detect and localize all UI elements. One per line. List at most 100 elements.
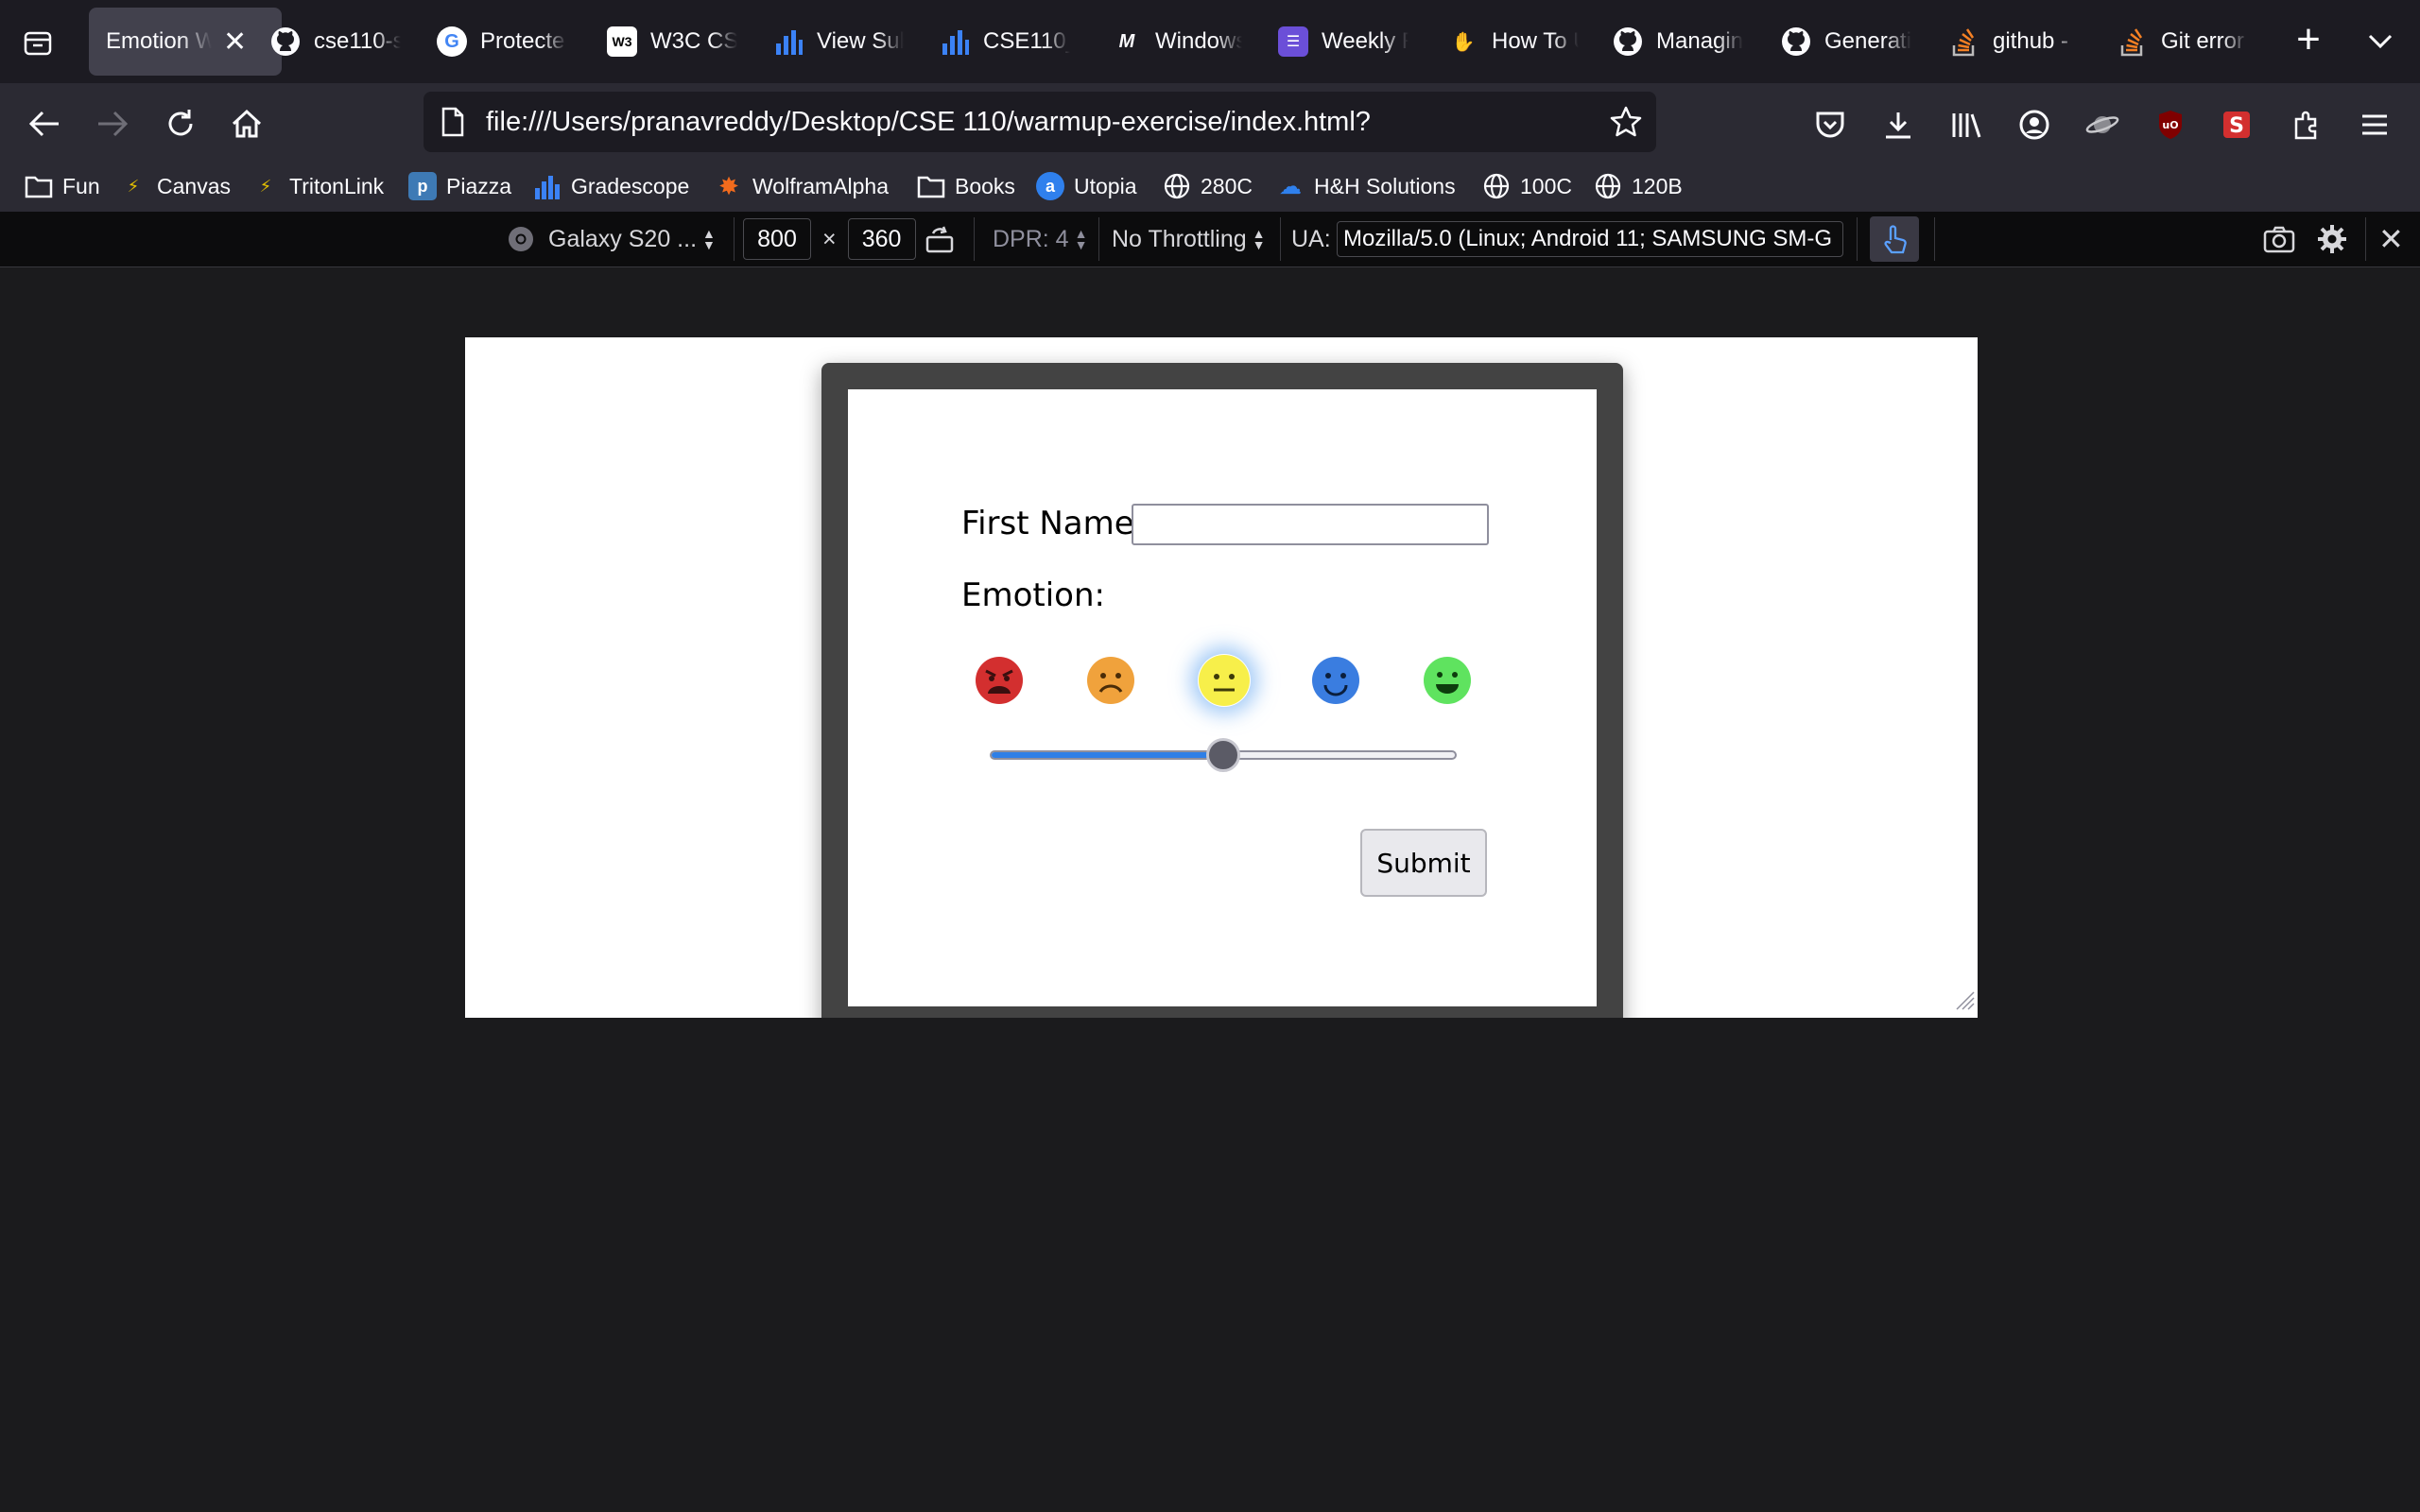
ublock-icon[interactable]: uO [2152, 106, 2189, 144]
angry-face-icon[interactable] [975, 656, 1024, 705]
bar-chart-icon [940, 26, 970, 57]
onedrive-cloud-icon: ☁ [1279, 173, 1302, 199]
angry-face-svg [976, 657, 1023, 704]
account-icon[interactable] [2015, 106, 2053, 144]
responsive-design-toolbar: Galaxy S20 ... ▲ ▼ 800 × 360 DPR: 4 ▲ ▼ No… [0, 212, 2420, 267]
firefox-view-icon[interactable] [17, 23, 59, 64]
sad-face-icon[interactable] [1086, 656, 1135, 705]
globe-icon [1163, 172, 1191, 200]
chrome-icon [507, 225, 535, 253]
canvas-icon: ⚡ [127, 176, 140, 196]
first-name-input[interactable] [1132, 504, 1489, 545]
extension-planet-icon[interactable] [2083, 106, 2121, 144]
neutral-face-icon[interactable] [1198, 654, 1251, 707]
page-icon [441, 107, 465, 142]
tab-how-to[interactable]: ✋ How To U [1448, 8, 1590, 76]
settings-gear-icon[interactable] [2316, 212, 2348, 266]
home-icon[interactable] [223, 100, 270, 147]
bookmarks-toolbar: Fun ⚡ Canvas ⚡ TritonLink p Piazza Grade… [0, 161, 2420, 212]
device-name: Galaxy S20 ... [548, 225, 698, 252]
first-name-label: First Name: [961, 505, 1146, 542]
hand-icon: ✋ [1451, 31, 1476, 53]
rotate-viewport-icon[interactable] [925, 212, 955, 266]
bookmark-tritonlink[interactable]: ⚡ TritonLink [251, 168, 384, 204]
tab-cse110[interactable]: cse110-s [270, 8, 412, 76]
bookmark-books[interactable]: Books [917, 168, 1015, 204]
viewport-width-input[interactable]: 800 [743, 218, 811, 260]
svg-text:uO: uO [2162, 119, 2178, 131]
chevron-down-icon[interactable] [2360, 21, 2401, 62]
slider-thumb[interactable] [1206, 738, 1240, 772]
tab-managing[interactable]: Managin [1613, 8, 1754, 76]
s-extension-icon[interactable]: S [2218, 106, 2256, 144]
tab-weekly[interactable]: ☰ Weekly R [1278, 8, 1420, 76]
bookmark-gradescope[interactable]: Gradescope [533, 168, 689, 204]
library-icon[interactable] [1947, 106, 1985, 144]
throttling-label: No Throttling [1112, 225, 1247, 252]
url-text: file:///Users/pranavreddy/Desktop/CSE 11… [486, 107, 1371, 137]
dimension-separator: × [822, 225, 837, 252]
tab-emotion[interactable]: Emotion W ✕ [89, 8, 282, 76]
dpr-selector[interactable]: DPR: 4 ▲ ▼ [993, 212, 1087, 266]
globe-icon [1482, 172, 1511, 200]
tab-view-sub[interactable]: View Sub [773, 8, 915, 76]
bookmark-280c[interactable]: 280C [1163, 168, 1253, 204]
google-icon: G [437, 26, 467, 57]
reload-icon[interactable] [157, 100, 204, 147]
pocket-icon[interactable] [1811, 106, 1849, 144]
tab-generating[interactable]: Generati [1781, 8, 1923, 76]
w3c-icon: W3 [607, 26, 637, 57]
user-agent-input[interactable]: Mozilla/5.0 (Linux; Android 11; SAMSUNG … [1337, 221, 1843, 257]
extensions-puzzle-icon[interactable] [2288, 106, 2325, 144]
bookmark-utopia[interactable]: a Utopia [1036, 168, 1136, 204]
touch-simulation-icon[interactable] [1870, 216, 1919, 262]
tab-w3c[interactable]: W3 W3C CSS [607, 8, 749, 76]
bookmark-hh-solutions[interactable]: ☁ H&H Solutions [1276, 168, 1456, 204]
bookmark-100c[interactable]: 100C [1482, 168, 1572, 204]
globe-icon [1594, 172, 1622, 200]
tab-cse110-bar[interactable]: CSE110_ [940, 8, 1081, 76]
stackoverflow-icon [1949, 26, 1979, 57]
m-icon: M [1118, 30, 1135, 52]
hamburger-menu-icon[interactable] [2356, 106, 2394, 144]
back-arrow-icon[interactable] [21, 100, 68, 147]
submit-button[interactable]: Submit [1360, 829, 1487, 897]
folder-icon [917, 172, 945, 200]
resize-handle-icon[interactable] [1955, 990, 1976, 1016]
tab-protected[interactable]: G Protecte [437, 8, 579, 76]
tab-github-so[interactable]: github - [1949, 8, 2091, 76]
bookmark-star-icon[interactable] [1609, 105, 1643, 144]
viewport-height-input[interactable]: 360 [847, 218, 916, 260]
tab-git-error[interactable]: Git error [2118, 8, 2259, 76]
device-viewport: First Name: Emotion: Submit [465, 337, 1978, 1018]
bookmark-canvas[interactable]: ⚡ Canvas [119, 168, 231, 204]
utopia-icon: a [1036, 172, 1064, 200]
new-tab-icon[interactable]: + [2288, 19, 2329, 62]
screenshot-camera-icon[interactable] [2263, 212, 2295, 266]
bookmark-piazza[interactable]: p Piazza [408, 168, 511, 204]
face-fill [976, 657, 1023, 704]
bookmark-wolframalpha[interactable]: ✸ WolframAlpha [715, 168, 889, 204]
device-selector[interactable]: Galaxy S20 ... ▲ ▼ [507, 212, 716, 266]
slider-fill [992, 752, 1223, 758]
close-tab-icon[interactable]: ✕ [223, 26, 247, 59]
emotion-label: Emotion: [961, 576, 1105, 614]
svg-text:S: S [2229, 114, 2244, 138]
happy-face-icon[interactable] [1423, 656, 1472, 705]
tab-strip: Emotion W ✕ cse110-s G Protecte W3 W3C C… [0, 0, 2420, 83]
throttling-selector[interactable]: No Throttling ▲ ▼ [1112, 212, 1266, 266]
bookmark-120b[interactable]: 120B [1594, 168, 1683, 204]
forward-arrow-icon[interactable] [89, 100, 136, 147]
form-frame: First Name: Emotion: Submit [821, 363, 1623, 1018]
address-bar[interactable]: file:///Users/pranavreddy/Desktop/CSE 11… [424, 92, 1656, 152]
tritonlink-icon: ⚡ [259, 176, 272, 196]
bar-chart-icon [533, 172, 562, 200]
ua-label: UA: [1291, 225, 1331, 252]
close-rdm-icon[interactable]: ✕ [2378, 212, 2404, 266]
stackoverflow-icon [2118, 26, 2148, 57]
bookmark-fun[interactable]: Fun [25, 168, 100, 204]
smiling-face-icon[interactable] [1311, 656, 1360, 705]
dpr-label: DPR: 4 [993, 225, 1069, 252]
downloads-icon[interactable] [1879, 106, 1917, 144]
tab-windows[interactable]: M Windows [1112, 8, 1253, 76]
